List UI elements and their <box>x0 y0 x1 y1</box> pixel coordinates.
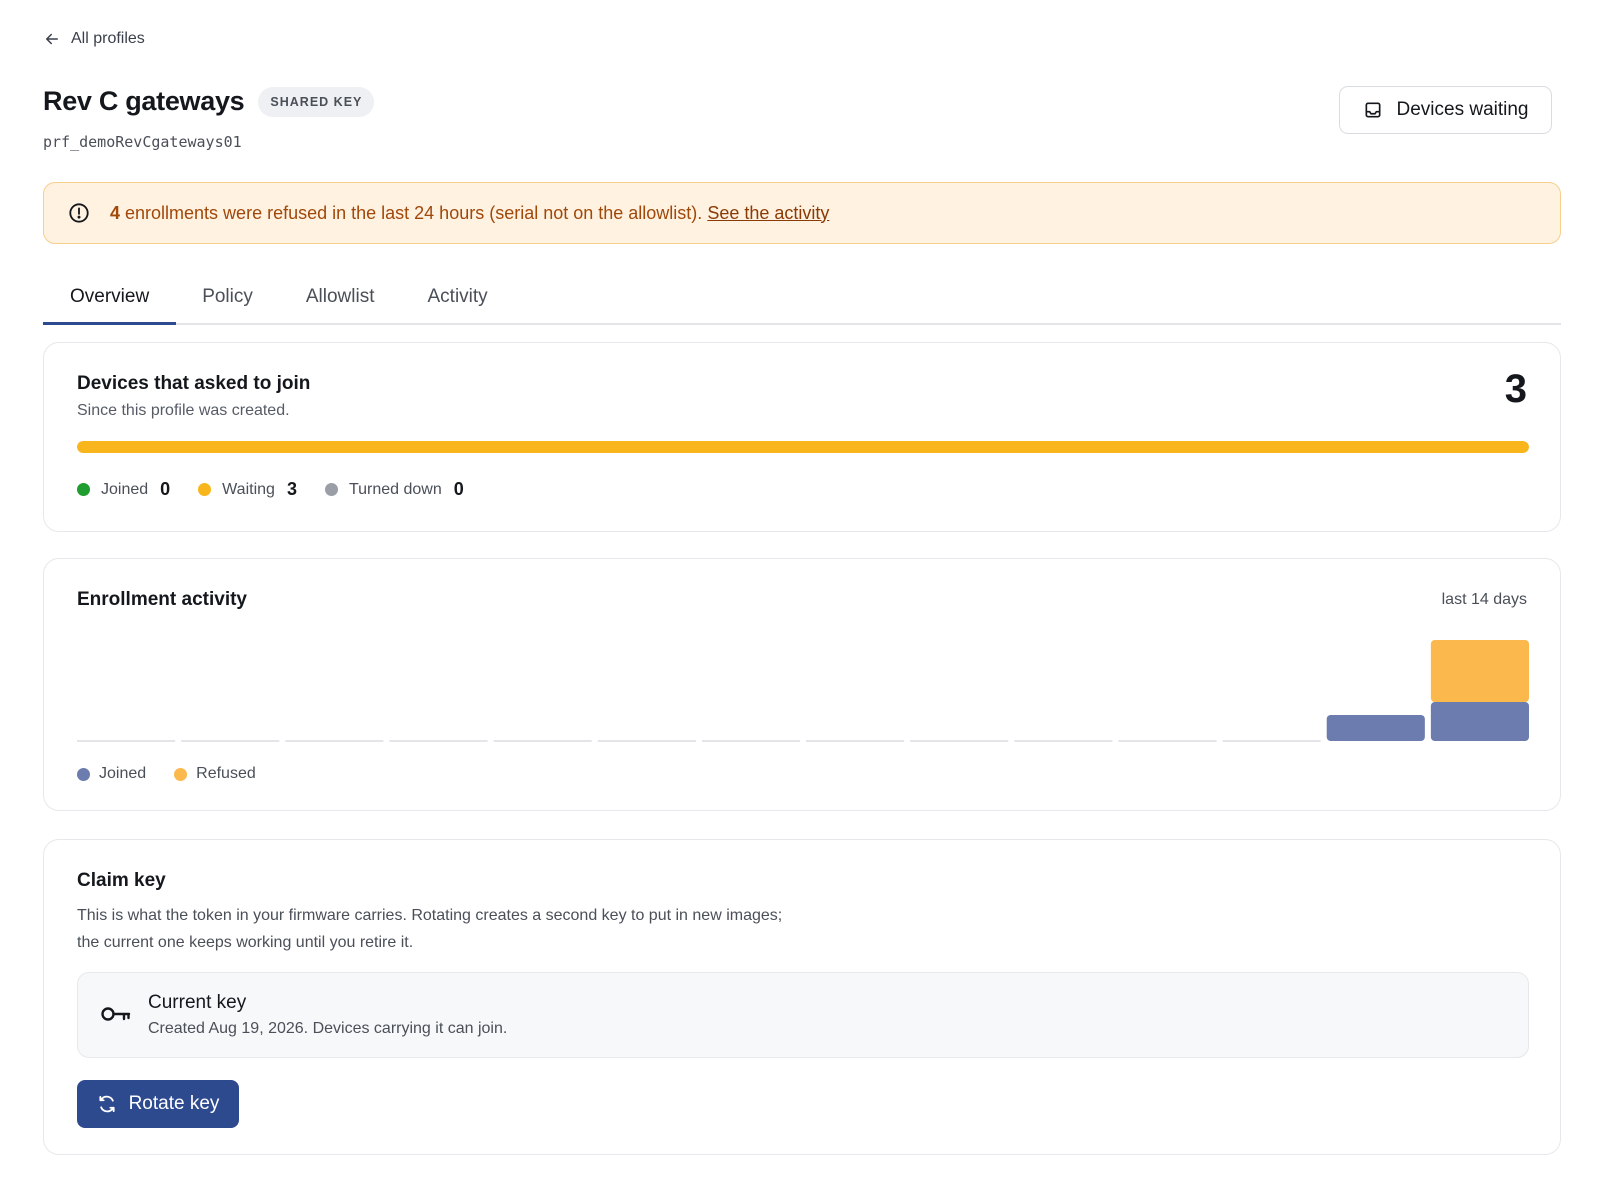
tab-bar: Overview Policy Allowlist Activity <box>43 272 1561 325</box>
activity-legend: Joined Refused <box>77 765 284 783</box>
tab-overview[interactable]: Overview <box>43 272 177 325</box>
see-activity-link[interactable]: See the activity <box>707 203 829 223</box>
legend-waiting: Waiting 3 <box>198 479 297 500</box>
legend-waiting-value: 3 <box>286 479 297 499</box>
bar-empty-day-9 <box>910 740 1009 742</box>
refused-alert-banner: 4 enrollments were refused in the last 2… <box>43 182 1561 244</box>
devices-waiting-button[interactable]: Devices waiting <box>1339 86 1552 134</box>
joined-dot <box>77 483 90 496</box>
waiting-fill <box>77 441 1529 453</box>
join-status-bar <box>77 441 1529 453</box>
waiting-dot <box>198 483 212 496</box>
title-row: Rev C gateways SHARED KEY <box>43 86 375 117</box>
join-status-legend: Joined 0 Waiting 3 Turned down 0 <box>77 479 492 500</box>
refresh-icon <box>98 1095 115 1113</box>
current-key-box: Current key Created Aug 19, 2026. Device… <box>77 972 1529 1058</box>
enrollment-activity-title: Enrollment activity <box>77 589 247 610</box>
bar-empty-day-8 <box>806 740 905 742</box>
join-requests-card: Devices that asked to join Since this pr… <box>43 342 1561 532</box>
alert-text: 4 enrollments were refused in the last 2… <box>110 203 829 224</box>
legend-joined-label: Joined <box>101 480 149 498</box>
join-requests-title: Devices that asked to join <box>77 373 311 394</box>
bar-empty-day-7 <box>701 740 800 742</box>
legend-turned-down-value: 0 <box>453 479 464 499</box>
page-title: Rev C gateways <box>43 86 245 116</box>
back-link-all-profiles[interactable]: All profiles <box>43 30 145 48</box>
current-key-subtitle: Created Aug 19, 2026. Devices carrying i… <box>148 1020 508 1037</box>
profile-id: prf_demoRevCgateways01 <box>43 133 242 151</box>
enrollment-activity-card: Enrollment activity last 14 days Joined … <box>43 558 1561 811</box>
legend-activity-refused: Refused <box>174 765 256 783</box>
bar-empty-day-3 <box>285 740 384 742</box>
bar-empty-day-10 <box>1014 740 1113 742</box>
tab-activity[interactable]: Activity <box>402 272 515 325</box>
bar-empty-day-11 <box>1118 740 1217 742</box>
legend-turned-down: Turned down 0 <box>324 479 464 500</box>
alert-count: 4 <box>110 202 121 223</box>
rotate-key-label: Rotate key <box>128 1093 220 1114</box>
bar-empty-day-1 <box>77 740 176 742</box>
current-key-title: Current key <box>148 992 247 1013</box>
legend-activity-joined-label: Joined <box>99 765 147 782</box>
bar-empty-day-4 <box>389 740 488 742</box>
bar-empty-day-5 <box>493 740 592 742</box>
bar-joined-day-14 <box>1430 702 1529 741</box>
tab-policy[interactable]: Policy <box>176 272 280 325</box>
bar-empty-day-6 <box>597 740 696 742</box>
back-link-label: All profiles <box>71 30 145 47</box>
legend-activity-refused-label: Refused <box>196 765 256 782</box>
inbox-icon <box>1365 102 1380 118</box>
devices-waiting-label: Devices waiting <box>1396 99 1529 120</box>
key-type-badge: SHARED KEY <box>258 86 375 117</box>
claim-key-title: Claim key <box>77 870 166 891</box>
legend-waiting-label: Waiting <box>222 480 275 498</box>
legend-joined-value: 0 <box>160 479 171 499</box>
bar-joined-day-13 <box>1326 715 1425 741</box>
bar-empty-day-2 <box>181 740 280 742</box>
claim-key-desc-line1: This is what the token in your firmware … <box>77 907 783 924</box>
join-requests-total: 3 <box>1504 367 1527 411</box>
activity-range-label: last 14 days <box>1441 591 1527 608</box>
alert-message: enrollments were refused in the last 24 … <box>120 202 708 223</box>
legend-turned-down-label: Turned down <box>348 480 442 498</box>
bar-empty-day-12 <box>1222 740 1321 742</box>
activity-refused-dot <box>174 767 188 781</box>
alert-circle-icon <box>69 203 89 223</box>
activity-joined-dot <box>77 767 90 781</box>
legend-joined: Joined 0 <box>77 479 170 500</box>
enrollment-activity-chart <box>77 640 1529 742</box>
rotate-key-button[interactable]: Rotate key <box>77 1080 239 1128</box>
turned-down-dot <box>324 483 338 496</box>
bar-refused-day-14 <box>1430 640 1529 702</box>
tab-allowlist[interactable]: Allowlist <box>280 272 402 325</box>
key-icon <box>101 1007 131 1021</box>
join-requests-subtitle: Since this profile was created. <box>77 402 290 419</box>
claim-key-description: This is what the token in your firmware … <box>77 902 897 956</box>
arrow-left-icon <box>46 33 58 45</box>
claim-key-card: Claim key This is what the token in your… <box>43 839 1561 1155</box>
claim-key-desc-line2: the current one keeps working until you … <box>77 934 414 951</box>
legend-activity-joined: Joined <box>77 765 146 783</box>
